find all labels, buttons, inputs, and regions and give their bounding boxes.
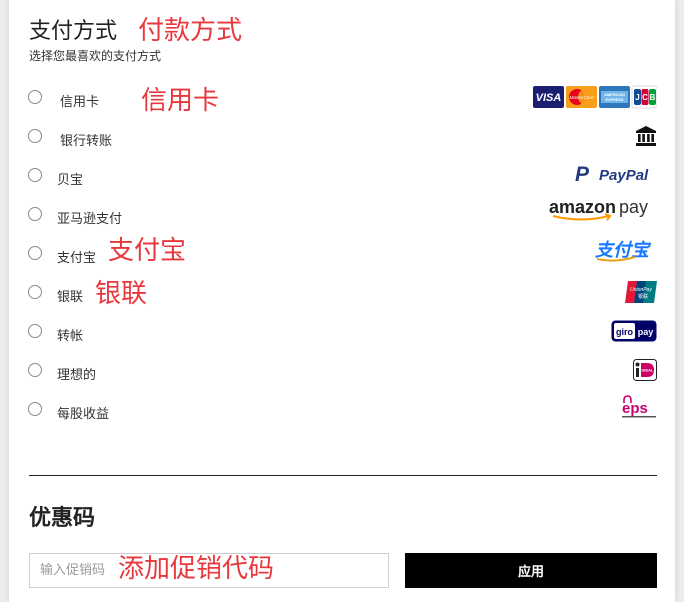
alipay-logo: 支付宝 <box>595 240 652 262</box>
radio-amazon-pay[interactable] <box>28 207 42 221</box>
giropay-logo-text-giro: giro <box>616 327 634 337</box>
annotation-coupon-input: 添加促销代码 <box>118 554 275 584</box>
svg-text:C: C <box>642 93 648 102</box>
unionpay-cn-text: 银联 <box>638 293 648 300</box>
svg-text:B: B <box>650 93 656 102</box>
visa-logo-text: VISA <box>536 92 562 104</box>
radio-ideal[interactable] <box>28 363 42 377</box>
radio-bank-transfer[interactable] <box>28 129 42 143</box>
payment-option-bank-transfer[interactable]: 银行转账 <box>28 126 658 158</box>
radio-unionpay[interactable] <box>28 285 42 299</box>
annotation-credit-card: 信用卡 <box>141 86 220 116</box>
annotation-unionpay: 银联 <box>95 279 148 309</box>
coupon-title: 优惠码 <box>29 506 96 531</box>
payment-option-label: 信用卡 <box>60 95 100 110</box>
payment-option-label: 理想的 <box>57 368 97 383</box>
payment-option-giropay[interactable]: 转帐 giro pay <box>28 320 658 353</box>
paypal-logo-text: PayPal <box>599 167 649 184</box>
payment-option-amazon-pay[interactable]: 亚马逊支付 amazon pay <box>28 197 658 236</box>
amazon-pay-logo: amazon pay <box>549 197 648 221</box>
payment-method-subtitle: 选择您最喜欢的支付方式 <box>29 49 162 63</box>
svg-text:P: P <box>575 163 590 186</box>
svg-text:J: J <box>635 93 639 102</box>
radio-giropay[interactable] <box>28 324 42 338</box>
payment-option-label: 银行转账 <box>60 134 113 149</box>
pay-logo-text: pay <box>619 197 648 217</box>
bank-icon <box>636 126 656 146</box>
radio-alipay[interactable] <box>28 246 42 260</box>
radio-credit-card[interactable] <box>28 90 42 104</box>
payment-option-label: 贝宝 <box>57 173 84 188</box>
payment-option-paypal[interactable]: 贝宝 P PayPal <box>28 163 658 197</box>
payment-option-eps[interactable]: 每股收益 eps <box>28 395 658 431</box>
eps-logo: eps <box>622 395 656 418</box>
payment-option-credit-card[interactable]: 信用卡 VISA MasterCard AMERICAN EXPRESS J C… <box>28 85 658 119</box>
apply-coupon-button[interactable]: 应用 <box>405 553 657 588</box>
card-brands-icon: VISA MasterCard AMERICAN EXPRESS J C B <box>533 85 657 109</box>
payment-option-label: 支付宝 <box>57 251 97 266</box>
payment-option-label: 银联 <box>57 290 84 305</box>
payment-option-label: 亚马逊支付 <box>57 212 123 227</box>
unionpay-logo-text: UnionPay <box>630 287 652 293</box>
svg-text:AMERICAN: AMERICAN <box>604 93 625 97</box>
ideal-logo: iDEAL <box>633 359 657 381</box>
svg-text:EXPRESS: EXPRESS <box>606 98 624 102</box>
eps-logo-text: eps <box>622 400 648 417</box>
payment-option-label: 转帐 <box>57 329 84 344</box>
payment-option-label: 每股收益 <box>57 407 110 422</box>
payment-method-title: 支付方式 <box>29 19 118 44</box>
radio-paypal[interactable] <box>28 168 42 182</box>
giropay-logo: giro pay <box>611 320 657 342</box>
giropay-logo-text-pay: pay <box>638 327 654 337</box>
annotation-payment-title: 付款方式 <box>138 16 243 46</box>
unionpay-logo: UnionPay 银联 <box>625 281 657 303</box>
radio-eps[interactable] <box>28 402 42 416</box>
section-divider <box>29 475 657 476</box>
alipay-logo-text: 支付宝 <box>595 240 652 261</box>
paypal-logo: P PayPal <box>575 163 649 186</box>
ideal-logo-text: iDEAL <box>642 368 655 373</box>
annotation-alipay: 支付宝 <box>108 236 187 266</box>
payment-option-ideal[interactable]: 理想的 iDEAL <box>28 359 658 392</box>
mastercard-logo-text: MasterCard <box>570 95 594 100</box>
